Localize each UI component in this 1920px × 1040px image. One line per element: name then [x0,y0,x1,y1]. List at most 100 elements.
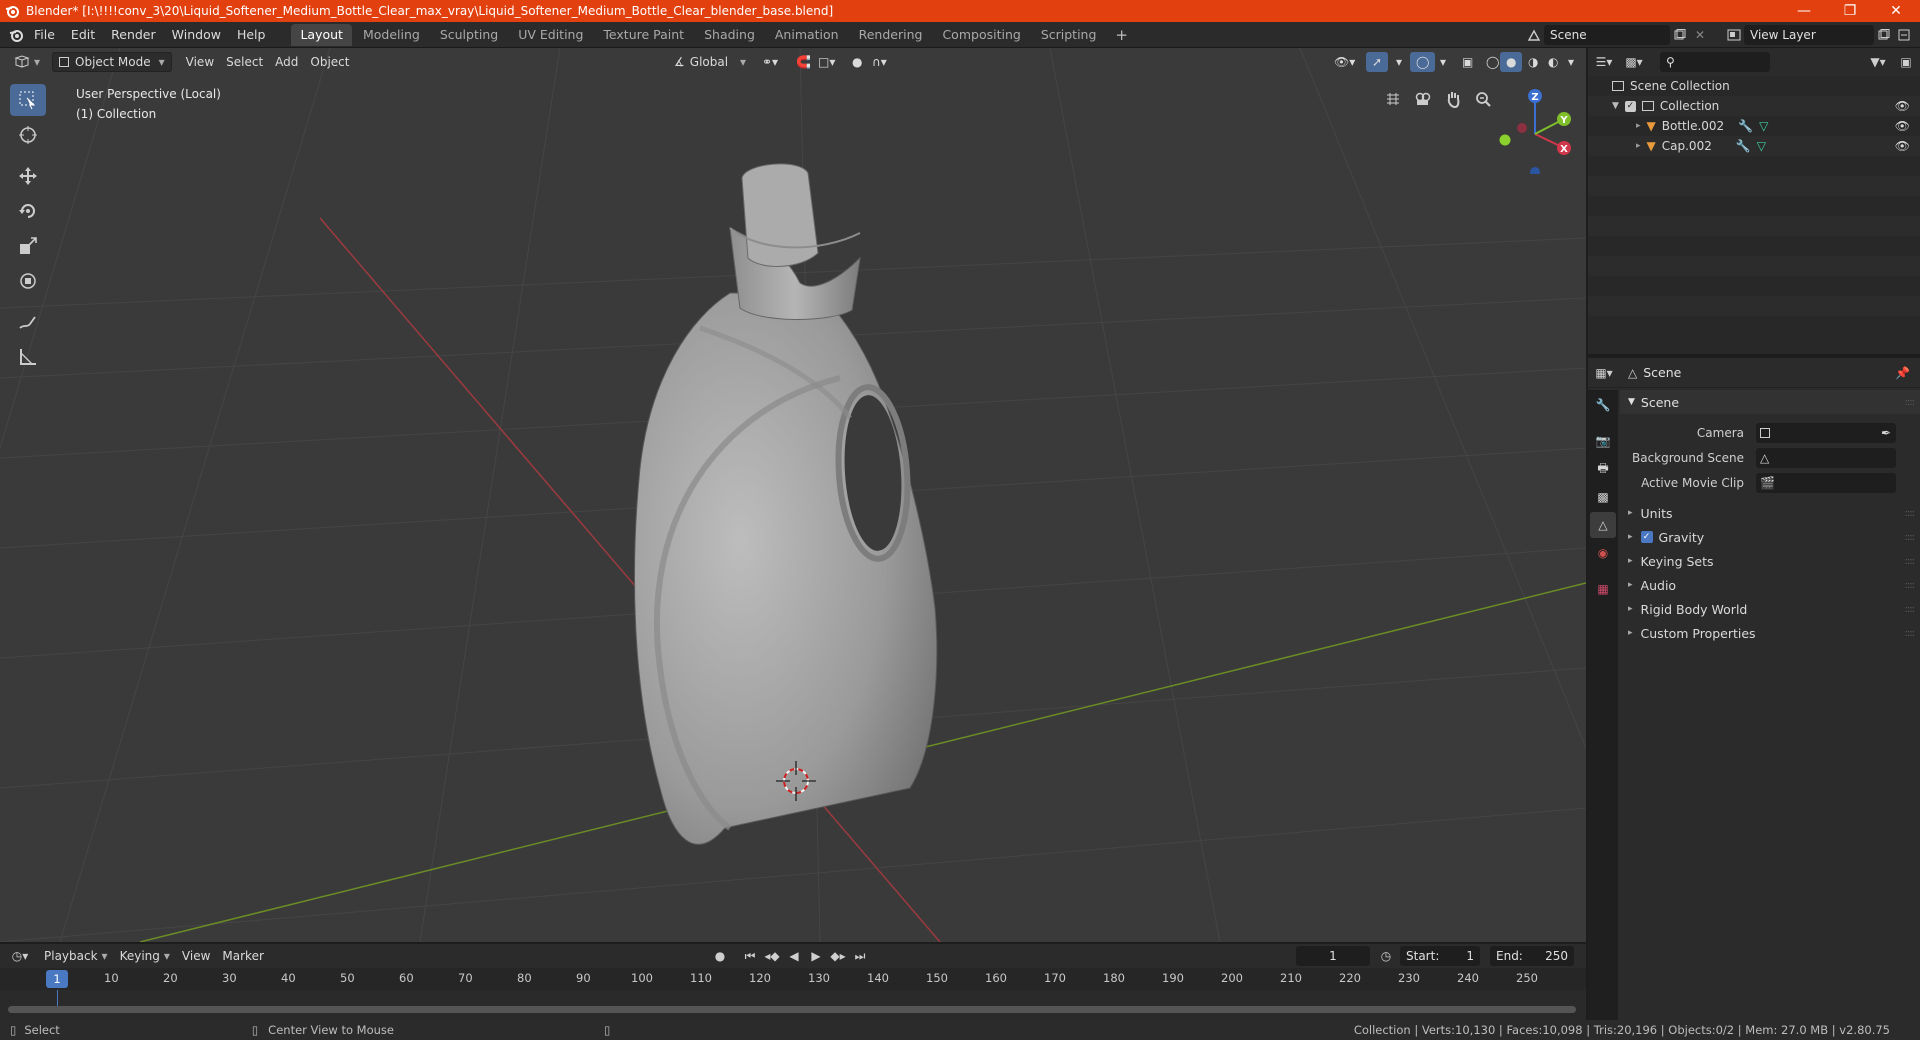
play-reverse-icon[interactable]: ◀ [784,946,804,966]
expand-arrow-icon[interactable]: ▸ [1636,141,1641,151]
transform-orientation-selector[interactable]: ∡ Global ▾ [668,52,752,72]
editor-type-icon[interactable]: ▾ [8,52,46,72]
gizmo-dropdown-icon[interactable]: ▾ [1390,52,1408,72]
scene-icon[interactable] [1524,25,1544,45]
mode-selector[interactable]: Object Mode ▾ [52,52,172,72]
remove-scene-icon[interactable]: ✕ [1690,25,1710,45]
menu-help[interactable]: Help [229,24,274,46]
drag-handle-icon[interactable]: :::: [1905,556,1916,567]
tab-layout[interactable]: Layout [291,23,352,46]
pivot-point-icon[interactable]: ⚭▾ [756,52,784,72]
shading-dropdown-icon[interactable]: ▾ [1562,52,1580,72]
menu-view[interactable]: View [180,52,220,72]
tab-shading[interactable]: Shading [695,24,764,46]
pin-icon[interactable]: 📌 [1895,366,1910,380]
camera-field[interactable]: ✒ [1756,422,1896,443]
tab-compositing[interactable]: Compositing [933,24,1029,46]
menu-select[interactable]: Select [220,52,269,72]
drag-handle-icon[interactable]: :::: [1905,580,1916,591]
gravity-checkbox[interactable]: ✓ [1640,531,1653,543]
active-movie-clip-field[interactable]: 🎬 [1756,472,1896,493]
measure-tool[interactable] [10,341,46,373]
keying-menu[interactable]: Keying ▾ [114,946,176,966]
next-keyframe-icon[interactable]: ◆▸ [828,946,848,966]
timeline-ruler[interactable]: 1 10 20 30 40 50 60 70 80 90 100 110 120… [0,968,1586,990]
drag-handle-icon[interactable]: :::: [1905,604,1916,615]
keying-sets-panel[interactable]: ▸ Keying Sets :::: [1620,549,1920,573]
custom-properties-panel[interactable]: ▸ Custom Properties :::: [1620,621,1920,645]
new-view-layer-icon[interactable] [1874,25,1894,45]
view-layer-tab-icon[interactable]: ▩ [1590,484,1616,510]
outliner-editor-icon[interactable]: ☰▾ [1594,52,1614,72]
drag-handle-icon[interactable]: :::: [1905,628,1916,639]
add-workspace-button[interactable]: + [1107,26,1136,44]
mesh-data-icon[interactable]: ▽ [1759,119,1768,133]
outliner-item-cap[interactable]: ▸ ▼ Cap.002 🔧 ▽ 👁 [1588,136,1920,156]
menu-object[interactable]: Object [304,52,355,72]
outliner-search-input[interactable]: ⚲ [1660,52,1770,72]
xray-toggle-icon[interactable]: ▣ [1456,52,1479,72]
checkbox-icon[interactable]: ✓ [1624,100,1636,112]
scale-tool[interactable] [10,230,46,262]
gravity-panel[interactable]: ▸ ✓ Gravity :::: [1620,525,1920,549]
scene-tab-icon[interactable]: △ [1590,512,1616,538]
current-frame-field[interactable]: 1 [1296,946,1370,966]
tab-sculpting[interactable]: Sculpting [431,24,507,46]
eye-icon[interactable]: 👁 [1895,119,1910,133]
snap-target-icon[interactable]: □▾ [812,52,841,72]
scene-panel-header[interactable]: ▼ Scene :::: [1620,390,1920,414]
tab-animation[interactable]: Animation [766,24,848,46]
end-frame-field[interactable]: End: 250 [1490,946,1574,966]
outliner-collection[interactable]: ▼ ✓ Collection 👁 [1588,96,1920,116]
restore-button[interactable]: ❐ [1828,0,1872,22]
mesh-data-icon[interactable]: ▽ [1757,139,1766,153]
properties-editor-icon[interactable]: ▦▾ [1594,363,1614,383]
rigid-body-world-panel[interactable]: ▸ Rigid Body World :::: [1620,597,1920,621]
overlay-dropdown-icon[interactable]: ▾ [1434,52,1452,72]
tab-uv-editing[interactable]: UV Editing [509,24,592,46]
collapse-arrow-icon[interactable]: ▼ [1612,101,1619,111]
blender-menu-icon[interactable] [6,25,26,45]
background-scene-field[interactable]: △ [1756,447,1896,468]
timeline-editor-icon[interactable]: ◷▾ [10,946,30,966]
minimize-button[interactable]: — [1782,0,1826,22]
menu-edit[interactable]: Edit [63,24,103,46]
outliner-scene-collection[interactable]: Scene Collection [1588,76,1920,96]
play-icon[interactable]: ▶ [806,946,826,966]
camera-view-icon[interactable] [1410,86,1436,112]
prev-keyframe-icon[interactable]: ◂◆ [762,946,782,966]
texture-tab-icon[interactable]: ▦ [1590,576,1616,602]
start-frame-field[interactable]: Start: 1 [1400,946,1480,966]
grid-view-icon[interactable] [1380,86,1406,112]
modifier-icon[interactable]: 🔧 [1738,119,1753,133]
visibility-icon[interactable]: 👁▾ [1328,52,1361,72]
filter-icon[interactable]: ▼▾ [1868,52,1888,72]
display-mode-icon[interactable]: ▩▾ [1624,52,1644,72]
new-collection-icon[interactable]: ▣ [1896,52,1916,72]
scene-selector[interactable]: Scene [1544,25,1670,45]
tab-modeling[interactable]: Modeling [354,24,429,46]
audio-panel[interactable]: ▸ Audio :::: [1620,573,1920,597]
clock-icon[interactable]: ◷ [1376,946,1396,966]
tab-texture-paint[interactable]: Texture Paint [594,24,693,46]
timeline-scrollbar[interactable] [8,1006,1576,1013]
pan-hand-icon[interactable] [1440,86,1466,112]
view-layer-icon[interactable] [1724,25,1744,45]
menu-file[interactable]: File [26,24,63,46]
drag-handle-icon[interactable]: :::: [1905,532,1916,543]
menu-add[interactable]: Add [269,52,304,72]
axis-gizmo[interactable]: Z X Y [1490,84,1580,174]
cursor-tool[interactable] [10,119,46,151]
new-scene-icon[interactable] [1670,25,1690,45]
drag-handle-icon[interactable]: :::: [1905,508,1916,519]
view-layer-selector[interactable]: View Layer [1744,25,1874,45]
tab-scripting[interactable]: Scripting [1032,24,1106,46]
transform-tool[interactable] [10,265,46,297]
eye-icon[interactable]: 👁 [1895,139,1910,153]
solid-shading-icon[interactable]: ● [1500,52,1523,72]
menu-window[interactable]: Window [164,24,229,46]
modifier-icon[interactable]: 🔧 [1736,139,1751,153]
annotate-tool[interactable] [10,306,46,338]
timeline-area[interactable] [0,990,1586,1020]
jump-end-icon[interactable]: ⏭ [850,946,870,966]
